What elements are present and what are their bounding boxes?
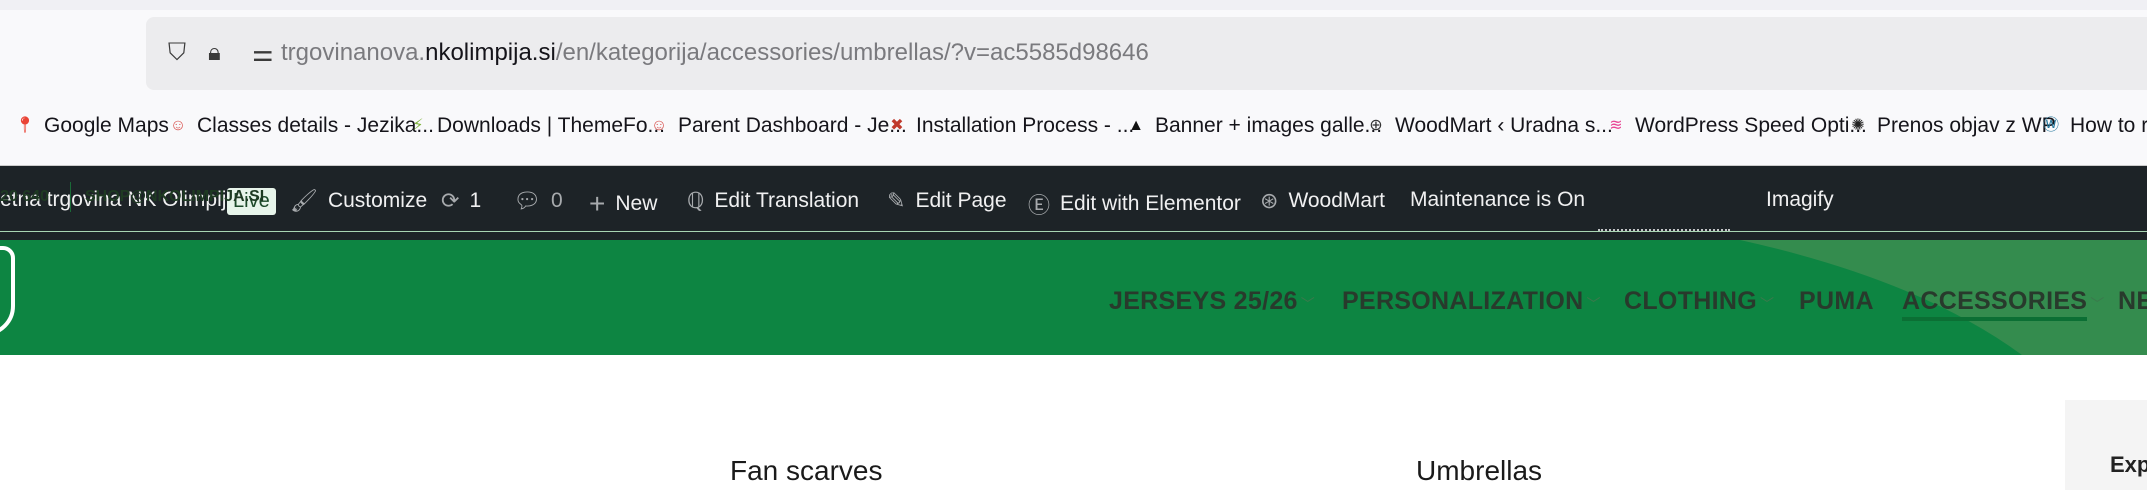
- edit-translation-label: Edit Translation: [714, 189, 860, 212]
- admin-woodmart[interactable]: ⊛ WoodMart: [1260, 188, 1385, 214]
- comments-count: 0: [550, 189, 563, 212]
- url-host-domain: nkolimpija.si: [425, 39, 556, 66]
- google-maps-icon: 📍︎: [14, 117, 36, 134]
- bookmark-item[interactable]: ▲ Banner + images galle...: [1125, 114, 1382, 138]
- elementor-label: Edit with Elementor: [1060, 192, 1241, 215]
- admin-updates[interactable]: ⟳ 1: [441, 188, 481, 214]
- chevron-down-icon: ﹀: [2090, 296, 2105, 312]
- nav-label: CLOTHING: [1624, 287, 1757, 315]
- nav-label: PUMA: [1799, 287, 1874, 315]
- chevron-down-icon: ﹀: [1586, 296, 1601, 312]
- themeforest-icon: ⚡︎: [412, 117, 424, 134]
- chevron-down-icon: ﹀: [1300, 296, 1316, 312]
- side-panel-label: Exp: [2110, 452, 2147, 477]
- admin-elementor[interactable]: Ⓔ Edit with Elementor: [1028, 188, 1241, 220]
- admin-comments[interactable]: 💬︎ 0: [513, 188, 563, 214]
- header-separator: [70, 182, 71, 212]
- plus-icon: +: [589, 188, 606, 219]
- admin-new[interactable]: + New: [589, 188, 657, 220]
- bookmark-label: WordPress Speed Opti...: [1635, 114, 1867, 137]
- bookmark-label: Classes details - Jezika...: [197, 114, 434, 137]
- stack-icon: ≋: [1609, 117, 1623, 134]
- side-panel[interactable]: Exp: [2065, 400, 2147, 490]
- admin-edit-page[interactable]: ✎ Edit Page: [887, 188, 1007, 214]
- nav-clothing[interactable]: CLOTHING ﹀: [1624, 287, 1774, 316]
- chevron-down-icon: ﹀: [1759, 296, 1775, 312]
- woodmart-icon: ⊛: [1260, 188, 1279, 213]
- brush-icon: 🖌︎: [290, 188, 318, 213]
- lock-icon[interactable]: 🔒︎: [208, 39, 221, 67]
- admin-maintenance[interactable]: Maintenance is On: [1410, 188, 1585, 212]
- bookmark-label: Parent Dashboard - Je...: [678, 114, 907, 137]
- nav-personalization[interactable]: PERSONALIZATION ﹀: [1342, 287, 1601, 316]
- customize-label: Customize: [327, 189, 428, 212]
- bookmarks-bar: 📍︎ Google Maps ☺ Classes details - Jezika..…: [0, 90, 2147, 166]
- globe-icon: ⊕: [1369, 117, 1383, 134]
- bookmark-label: How to re: [2070, 114, 2147, 137]
- x-logo-icon: ✖: [890, 117, 904, 134]
- nav-accessories[interactable]: ACCESSORIES ﹀: [1902, 287, 2105, 321]
- header-email[interactable]: SHOP@NKOLIMPIJA.SI: [85, 188, 264, 206]
- openai-icon: ✺: [1851, 117, 1865, 134]
- address-bar[interactable]: ⛉ 🔒︎ ⚌ trgovinanova.nkolimpija.si/en/kat…: [146, 17, 2147, 90]
- header-phone[interactable]: 20 640: [0, 188, 49, 206]
- bookmark-label: Google Maps: [44, 114, 169, 137]
- admin-customize[interactable]: 🖌︎ Customize: [290, 188, 427, 214]
- admin-edit-translation[interactable]: ℚ Edit Translation: [687, 188, 859, 214]
- bookmark-item[interactable]: ⚡︎ Downloads | ThemeFo...: [407, 114, 665, 138]
- maintenance-label: Maintenance is On: [1410, 188, 1586, 211]
- url-text[interactable]: trgovinanova.nkolimpija.si/en/kategorija…: [281, 39, 1149, 67]
- pencil-icon: ✎: [887, 188, 906, 213]
- tree-icon: ▲: [1128, 117, 1144, 134]
- bookmark-label: WoodMart ‹ Uradna s...: [1395, 114, 1613, 137]
- category-fan-scarves[interactable]: Fan scarves: [730, 455, 883, 487]
- avatar-icon: ☺: [169, 117, 187, 134]
- bookmark-item[interactable]: Ⓦ How to re: [2040, 114, 2147, 138]
- edit-page-label: Edit Page: [915, 189, 1007, 212]
- bookmark-item[interactable]: 📍︎ Google Maps: [14, 114, 169, 138]
- nav-label: NE: [2118, 287, 2147, 315]
- nav-puma[interactable]: PUMA: [1799, 287, 1874, 316]
- nav-new[interactable]: NE: [2118, 287, 2147, 316]
- nav-label: PERSONALIZATION: [1342, 287, 1584, 315]
- bookmark-label: Installation Process - ...: [916, 114, 1135, 137]
- elementor-icon: Ⓔ: [1028, 193, 1051, 218]
- bookmark-label: Banner + images galle...: [1155, 114, 1383, 137]
- bookmark-item[interactable]: ☺ Classes details - Jezika...: [167, 114, 434, 138]
- url-host-prefix: trgovinanova.: [281, 39, 426, 66]
- wordpress-icon: Ⓦ: [2042, 117, 2059, 134]
- bookmark-item[interactable]: ⊕ WoodMart ‹ Uradna s...: [1365, 114, 1613, 138]
- permissions-icon[interactable]: ⚌: [252, 39, 274, 68]
- admin-imagify[interactable]: Imagify: [1766, 188, 1834, 212]
- new-label: New: [615, 192, 658, 215]
- imagify-label: Imagify: [1766, 188, 1834, 211]
- bookmark-label: Downloads | ThemeFo...: [437, 114, 666, 137]
- bookmark-label: Prenos objav z WP: [1877, 114, 2056, 137]
- bookmark-item[interactable]: ≋ WordPress Speed Opti...: [1605, 114, 1867, 138]
- nav-label: JERSEYS 25/26: [1109, 287, 1298, 315]
- bookmark-item[interactable]: ☺ Parent Dashboard - Je...: [648, 114, 907, 138]
- nav-label: ACCESSORIES: [1902, 287, 2088, 321]
- refresh-icon: ⟳: [441, 188, 460, 213]
- bookmark-item[interactable]: ✺ Prenos objav z WP: [1847, 114, 2056, 138]
- comment-icon: 💬︎: [513, 188, 541, 213]
- category-umbrellas[interactable]: Umbrellas: [1416, 455, 1542, 487]
- updates-count: 1: [469, 189, 482, 212]
- translate-icon: ℚ: [687, 188, 705, 213]
- header-divider: [0, 231, 2147, 232]
- bookmark-item[interactable]: ✖ Installation Process - ...: [886, 114, 1134, 138]
- shield-icon[interactable]: ⛉: [168, 39, 186, 67]
- wp-admin-bar: etna trgovina NK Olimpija Live 🖌︎ Customi…: [0, 166, 2147, 240]
- avatar-icon: ☺: [650, 117, 668, 134]
- url-path: /en/kategorija/accessories/umbrellas/?v=…: [555, 39, 1149, 66]
- nav-jerseys[interactable]: JERSEYS 25/26 ﹀: [1109, 287, 1315, 316]
- woodmart-label: WoodMart: [1288, 189, 1385, 212]
